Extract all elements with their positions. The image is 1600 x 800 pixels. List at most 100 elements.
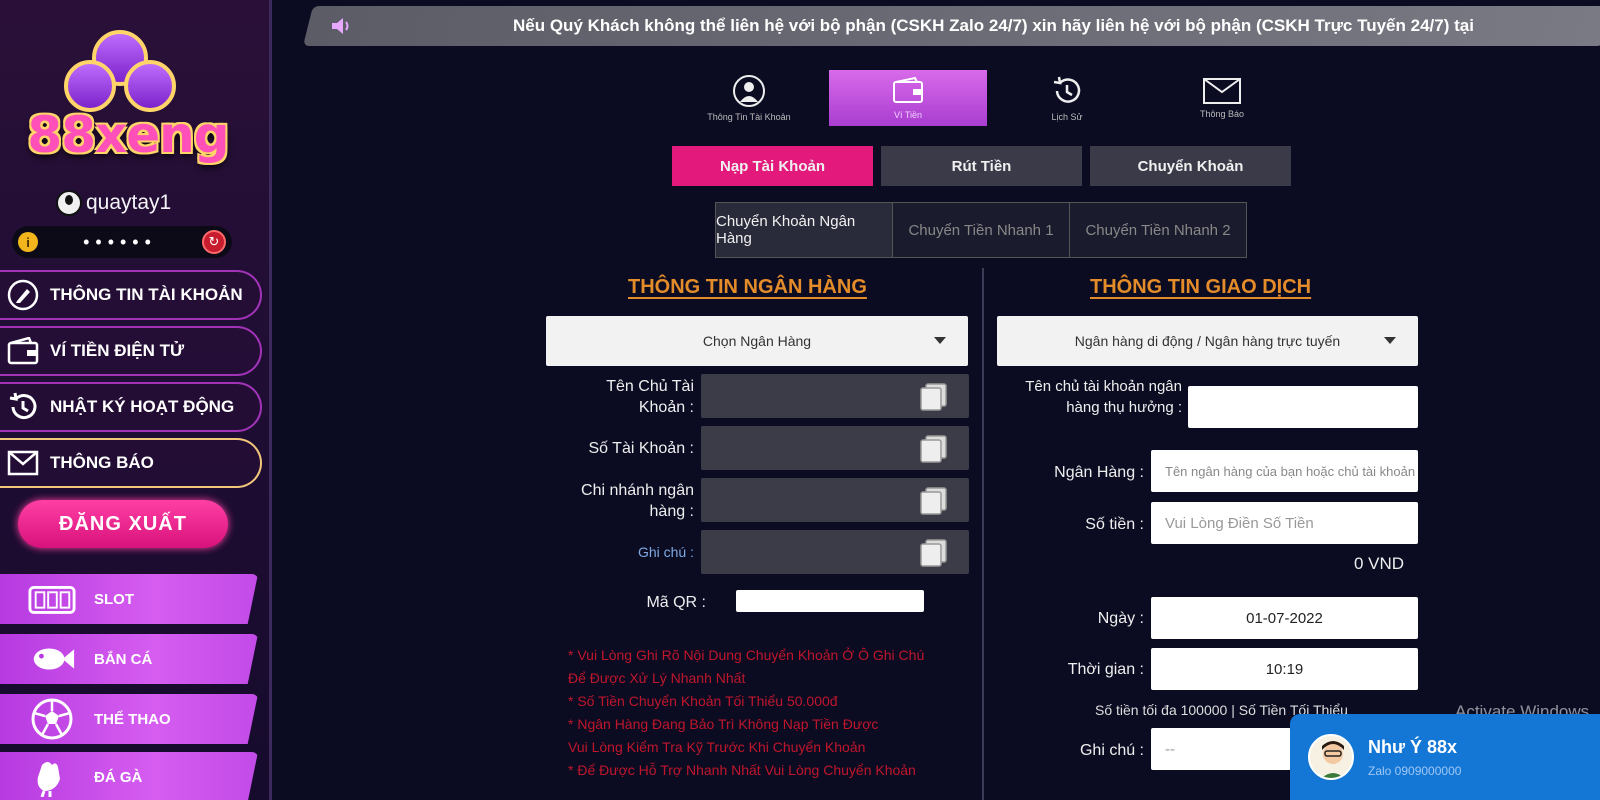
tab-wallet[interactable]: Ví Tiền	[829, 70, 987, 126]
edit-icon	[6, 278, 40, 312]
tab-history[interactable]: Lịch Sử	[988, 70, 1146, 126]
note-label: Ghi chú :	[637, 544, 694, 560]
mail-icon	[1203, 77, 1241, 104]
bank-name-input[interactable]: Tên ngân hàng của bạn hoặc chủ tài khoản	[1151, 450, 1418, 492]
brand-logo[interactable]: 88xeng	[8, 28, 240, 168]
history-icon	[1053, 76, 1081, 103]
subtab-deposit[interactable]: Nạp Tài Khoản	[672, 146, 873, 186]
chevron-down-icon	[1384, 337, 1396, 344]
sidebar-item-label: VÍ TIỀN ĐIỆN TỬ	[50, 341, 185, 360]
game-item-cockfight[interactable]: ĐÁ GÀ	[0, 752, 258, 800]
marquee-text: Nếu Quý Khách không thể liên hệ với bộ p…	[513, 16, 1474, 35]
clover-logo-icon	[64, 30, 176, 112]
game-item-label: THỂ THAO	[94, 710, 171, 728]
amount-input[interactable]: Vui Lòng Điền Số Tiền	[1151, 502, 1418, 544]
sidebar-item-notifications[interactable]: THÔNG BÁO	[0, 438, 262, 488]
subtab-transfer[interactable]: Chuyển Khoản	[1090, 146, 1291, 186]
note-line: * Để Được Hỗ Trợ Nhanh Nhất Vui Lòng Chu…	[568, 762, 916, 778]
speaker-icon	[332, 18, 349, 34]
history-icon	[6, 390, 40, 424]
info-coin-icon[interactable]: i	[18, 232, 38, 252]
receiver-input[interactable]	[1188, 386, 1418, 428]
fish-icon	[28, 639, 76, 679]
account-number-field	[701, 426, 969, 470]
username-text: quaytay1	[86, 191, 172, 214]
logo-text: 88xeng	[27, 106, 229, 164]
announcement-marquee: Nếu Quý Khách không thể liên hệ với bộ p…	[303, 6, 1600, 46]
method-tab-fast-transfer-2[interactable]: Chuyển Tiền Nhanh 2	[1070, 203, 1246, 257]
copy-icon[interactable]	[917, 434, 951, 464]
qr-code-area	[736, 590, 924, 612]
soccer-ball-icon	[28, 698, 76, 740]
column-divider	[982, 268, 984, 800]
chat-widget[interactable]: Như Ý 88x Zalo 0909000000	[1290, 714, 1600, 800]
sidebar-item-label: NHẬT KÝ HOẠT ĐỘNG	[50, 397, 235, 416]
game-item-label: ĐÁ GÀ	[94, 768, 143, 786]
copy-icon[interactable]	[917, 486, 951, 516]
payment-method-value: Ngân hàng di động / Ngân hàng trực tuyến	[1074, 333, 1341, 349]
note-line: Vui Lòng Kiểm Tra Kỹ Trước Khi Chuyển Kh…	[568, 739, 866, 755]
bank-select[interactable]: Chọn Ngân Hàng	[546, 316, 968, 366]
balance-masked: ••••••	[83, 231, 157, 252]
branch-label: Chi nhánh ngân hàng :	[581, 482, 694, 520]
transaction-note-label: Ghi chú :	[1079, 742, 1144, 759]
payment-method-select[interactable]: Ngân hàng di động / Ngân hàng trực tuyến	[997, 316, 1418, 366]
chevron-down-icon	[934, 337, 946, 344]
mail-icon	[6, 446, 40, 480]
note-line: * Số Tiền Chuyển Khoản Tối Thiểu 50.000đ	[568, 693, 838, 709]
rooster-icon	[28, 757, 76, 797]
tab-notifications[interactable]: Thông Báo	[1143, 70, 1301, 126]
avatar	[1308, 734, 1354, 780]
tab-label: Thông Báo	[1199, 108, 1245, 119]
game-item-label: BẮN CÁ	[94, 650, 153, 668]
sidebar-item-label: THÔNG TIN TÀI KHOẢN	[50, 285, 243, 304]
time-label: Thời gian :	[1067, 661, 1144, 678]
refresh-balance-icon[interactable]: ↻	[202, 230, 226, 254]
date-label: Ngày :	[1097, 610, 1144, 627]
bank-select-value: Chọn Ngân Hàng	[702, 333, 812, 349]
method-tab-fast-transfer-1[interactable]: Chuyển Tiền Nhanh 1	[893, 203, 1070, 257]
account-number-label: Số Tài Khoản :	[588, 440, 694, 457]
copy-icon[interactable]	[917, 538, 951, 568]
amount-display: 0 VND	[1354, 554, 1405, 573]
profile-icon	[733, 74, 765, 107]
transaction-info-title: THÔNG TIN GIAO DỊCH	[1090, 276, 1312, 298]
wallet-icon	[6, 334, 40, 368]
note-line: * Vui Lòng Ghi Rõ Nội Dung Chuyển Khoản …	[568, 647, 925, 663]
game-item-label: SLOT	[94, 590, 134, 608]
account-holder-label: Tên Chủ Tài Khoản :	[606, 378, 694, 416]
account-holder-field	[701, 374, 969, 418]
branch-field	[701, 478, 969, 522]
username-display: quaytay1	[56, 190, 171, 216]
tab-label: Thông Tin Tài Khoản	[707, 111, 791, 122]
sidebar-item-wallet[interactable]: VÍ TIỀN ĐIỆN TỬ	[0, 326, 262, 376]
tab-account-info[interactable]: Thông Tin Tài Khoản	[670, 70, 828, 126]
transaction-note-input[interactable]: --	[1151, 728, 1291, 770]
subtab-withdraw[interactable]: Rút Tiền	[881, 146, 1082, 186]
method-tab-bank-transfer[interactable]: Chuyển Khoản Ngân Hàng	[716, 203, 893, 257]
game-item-fishing[interactable]: BẮN CÁ	[0, 634, 258, 684]
game-item-slot[interactable]: SLOT	[0, 574, 258, 624]
amount-label: Số tiền :	[1085, 516, 1144, 533]
time-input[interactable]: 10:19	[1151, 648, 1418, 690]
sidebar-item-activity-log[interactable]: NHẬT KÝ HOẠT ĐỘNG	[0, 382, 262, 432]
balance-bar: i •••••• ↻	[12, 226, 232, 258]
logout-button[interactable]: ĐĂNG XUẤT	[18, 500, 228, 548]
tab-label: Ví Tiền	[893, 109, 922, 120]
user-icon	[56, 190, 82, 216]
note-field	[701, 530, 969, 574]
deposit-method-tabs: Chuyển Khoản Ngân Hàng Chuyển Tiền Nhanh…	[715, 202, 1247, 258]
wallet-icon	[893, 76, 923, 103]
tab-label: Lịch Sử	[1051, 111, 1083, 122]
bank-name-label: Ngân Hàng :	[1054, 464, 1144, 481]
chat-subtitle: Zalo 0909000000	[1368, 763, 1462, 778]
note-line: Để Được Xử Lý Nhanh Nhất	[568, 670, 746, 686]
copy-icon[interactable]	[917, 382, 951, 412]
game-item-sports[interactable]: THỂ THAO	[0, 694, 258, 744]
note-line: * Ngân Hàng Đang Bảo Trì Không Nạp Tiền …	[568, 716, 879, 732]
sidebar-item-label: THÔNG BÁO	[50, 453, 154, 472]
sidebar: 88xeng quaytay1 i •••••• ↻ THÔNG TIN TÀI…	[0, 0, 272, 800]
date-input[interactable]: 01-07-2022	[1151, 597, 1418, 639]
sidebar-item-account-info[interactable]: THÔNG TIN TÀI KHOẢN	[0, 270, 262, 320]
slot-machine-icon	[28, 579, 76, 619]
